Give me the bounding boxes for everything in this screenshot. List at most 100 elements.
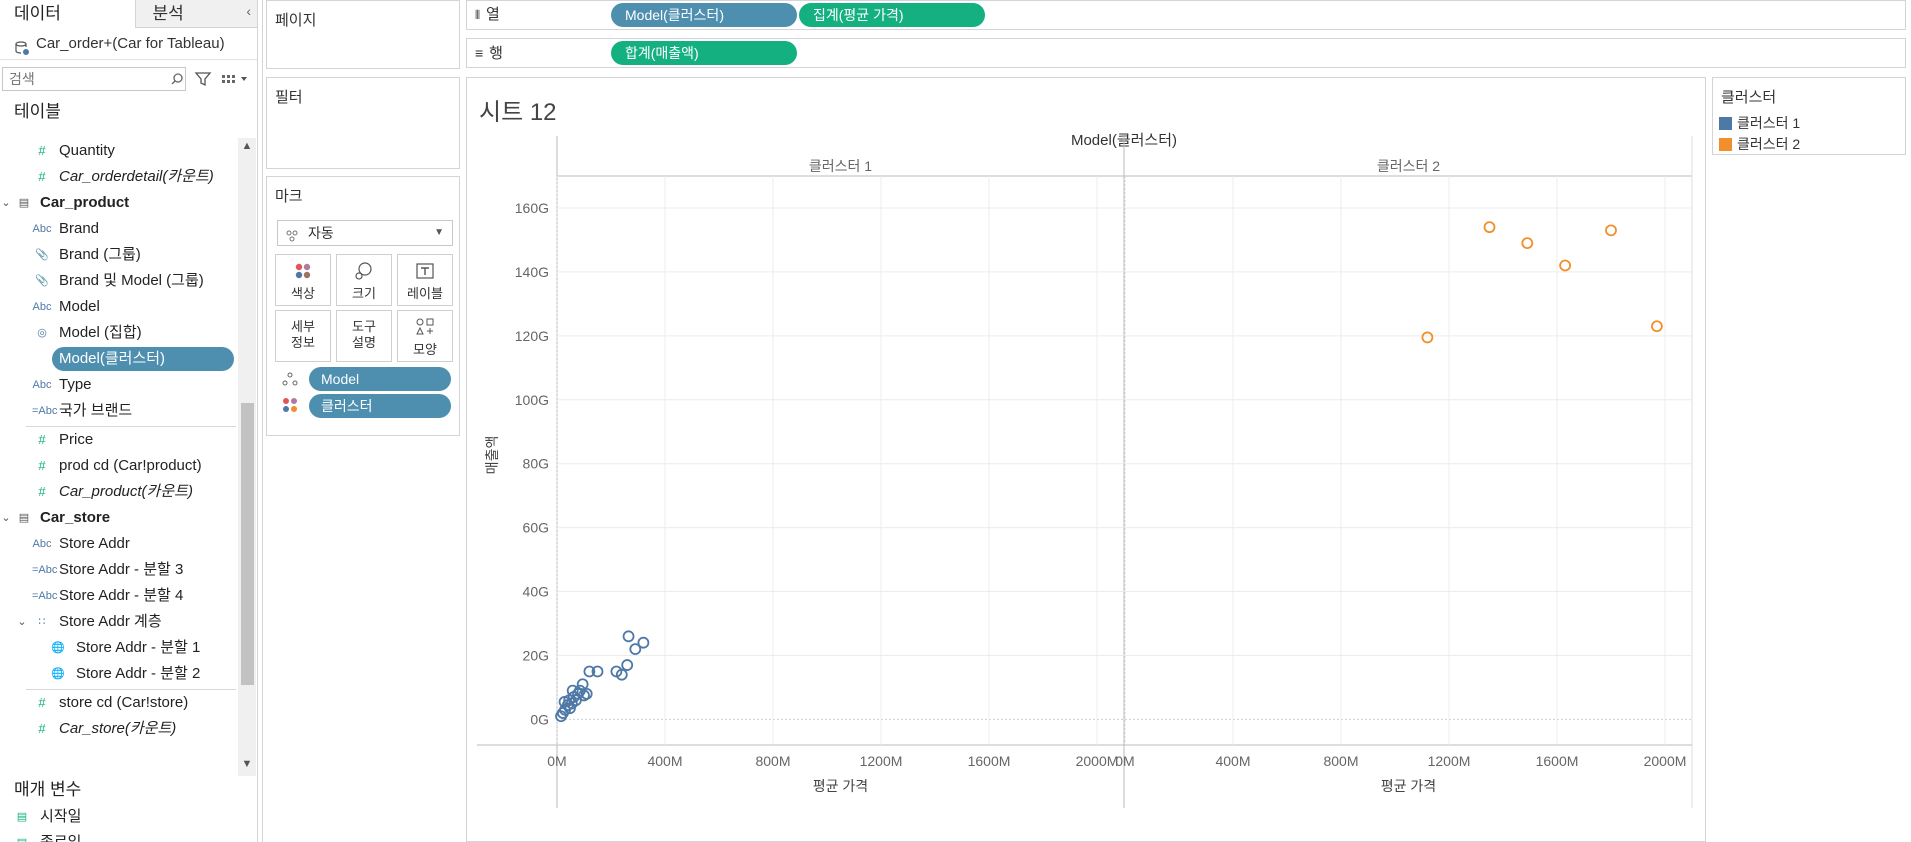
dimension-icon: Abc	[32, 301, 52, 313]
datasource-icon	[14, 36, 30, 55]
legend-swatch	[1719, 138, 1732, 151]
scroll-up-icon[interactable]: ▲	[240, 140, 254, 152]
field-item[interactable]: ⌄ ∷ Store Addr 계층	[0, 609, 238, 635]
legend-item[interactable]: 클러스터 2	[1713, 134, 1905, 155]
scroll-thumb[interactable]	[241, 403, 254, 685]
field-item[interactable]: # Car_orderdetail(카운트)	[0, 164, 238, 190]
field-item[interactable]: # Quantity	[0, 138, 238, 164]
row-pill-sum-sales[interactable]: 합계(매출액)	[611, 41, 797, 65]
dimension-icon: Abc	[32, 223, 52, 235]
field-item[interactable]: 🌐 Store Addr - 분할 1	[0, 635, 238, 661]
color-button-label: 색상	[291, 286, 315, 301]
parameter-item[interactable]: ▤ 종료일	[0, 830, 257, 842]
y-tick-label: 40G	[523, 584, 549, 600]
field-item[interactable]: =Abc Store Addr - 분할 4	[0, 583, 238, 609]
color-icon	[276, 259, 330, 283]
field-item[interactable]: # Price	[0, 427, 238, 453]
view-options-icon[interactable]	[220, 70, 250, 88]
pages-card[interactable]: 페이지	[266, 0, 460, 69]
field-item[interactable]: 🌐 Store Addr - 분할 2	[0, 661, 238, 687]
search-icon[interactable]	[169, 67, 187, 91]
legend-swatch	[1719, 117, 1732, 130]
expand-chevron-icon[interactable]: ⌄	[12, 609, 32, 635]
field-list-scrollbar[interactable]: ▲ ▼	[238, 138, 256, 776]
mark-type-dropdown[interactable]: 자동 ▼	[277, 220, 453, 246]
data-point[interactable]	[1521, 237, 1534, 250]
field-label: Car_store(카운트)	[59, 720, 177, 737]
field-item[interactable]: =Abc 국가 브랜드	[0, 398, 238, 424]
field-item[interactable]: Abc Type	[0, 372, 238, 398]
field-label: Model	[59, 298, 100, 315]
tooltip-button[interactable]: 도구 설명	[336, 310, 392, 362]
x-tick-label: 800M	[1323, 753, 1358, 769]
scatter-chart[interactable]: Model(클러스터)클러스터 1 클러스터 20G20G40G60G80G100…	[467, 78, 1707, 842]
field-label: Brand (그룹)	[59, 246, 141, 263]
field-item[interactable]: ◎ Model (집합)	[0, 320, 238, 346]
data-point[interactable]	[1651, 320, 1663, 333]
scroll-down-icon[interactable]: ▼	[240, 758, 254, 770]
mark-pill-model[interactable]: Model	[309, 367, 451, 391]
size-button-label: 크기	[352, 286, 376, 301]
x-tick-label: 800M	[755, 753, 790, 769]
data-point[interactable]	[622, 630, 635, 643]
label-button-label: 레이블	[407, 286, 443, 301]
label-button[interactable]: 레이블	[397, 254, 453, 306]
filters-card[interactable]: 필터	[266, 77, 460, 169]
rows-shelf[interactable]: ≡ 행 합계(매출액)	[466, 38, 1906, 68]
column-pill-avg-price[interactable]: 집계(평균 가격)	[799, 3, 985, 27]
detail-button[interactable]: 세부 정보	[275, 310, 331, 362]
field-item[interactable]: =Abc Store Addr - 분할 3	[0, 557, 238, 583]
data-point[interactable]	[1483, 221, 1496, 234]
columns-shelf[interactable]: ⫴ 열 Model(클러스터) 집계(평균 가격)	[466, 0, 1906, 30]
filter-icon[interactable]	[194, 70, 212, 88]
field-item[interactable]: # prod cd (Car!product)	[0, 453, 238, 479]
color-legend[interactable]: 클러스터 클러스터 1 클러스터 2	[1712, 77, 1906, 155]
detail-button-label: 세부 정보	[291, 319, 315, 350]
data-point[interactable]	[1559, 259, 1571, 272]
color-button[interactable]: 색상	[275, 254, 331, 306]
hierarchy-icon: ∷	[38, 616, 46, 628]
search-input[interactable]	[2, 67, 186, 91]
field-item[interactable]: Abc Store Addr	[0, 531, 238, 557]
data-point[interactable]	[637, 636, 650, 649]
pane-header: 클러스터 2	[1377, 158, 1440, 174]
field-label: 국가 브랜드	[59, 402, 133, 419]
datasource-item[interactable]: Car_order+(Car for Tableau)	[0, 28, 257, 60]
data-point[interactable]	[1421, 331, 1434, 344]
datasource-name: Car_order+(Car for Tableau)	[36, 34, 225, 52]
filters-card-title: 필터	[275, 89, 303, 106]
y-tick-label: 20G	[523, 647, 549, 663]
field-label: Store Addr - 분할 2	[76, 665, 201, 682]
field-item[interactable]: ⫨ Model(클러스터)	[0, 346, 238, 372]
measure-icon: #	[38, 721, 46, 736]
field-item[interactable]: Abc Model	[0, 294, 238, 320]
field-item[interactable]: # Car_store(카운트)	[0, 716, 238, 742]
collapse-pane-icon[interactable]: ‹	[246, 3, 251, 19]
search-row	[0, 60, 257, 98]
mark-pill-cluster[interactable]: 클러스터	[309, 394, 451, 418]
field-item[interactable]: 📎 Brand (그룹)	[0, 242, 238, 268]
field-item[interactable]: Abc Brand	[0, 216, 238, 242]
x-tick-label: 1200M	[860, 753, 903, 769]
tab-analytics[interactable]: 분석	[136, 0, 257, 28]
worksheet-view: 시트 12 Model(클러스터) 클러스터 1 클러스터 2 0G 20G 40G 60G…	[466, 77, 1706, 842]
pane-header: 클러스터 1	[809, 158, 872, 174]
field-item[interactable]: # store cd (Car!store)	[0, 690, 238, 716]
legend-item[interactable]: 클러스터 1	[1713, 113, 1905, 134]
measure-icon: #	[38, 458, 46, 473]
shape-button[interactable]: 모양	[397, 310, 453, 362]
data-point[interactable]	[1605, 224, 1617, 237]
y-tick-label: 60G	[523, 520, 549, 536]
column-pill-cluster[interactable]: Model(클러스터)	[611, 3, 797, 27]
group-icon: 📎	[35, 275, 49, 287]
table-item[interactable]: ⌄ ▤ Car_store	[0, 505, 238, 531]
size-button[interactable]: 크기	[336, 254, 392, 306]
tab-data[interactable]: 데이터	[0, 0, 137, 28]
columns-icon: ⫴	[475, 8, 481, 22]
data-point[interactable]	[576, 678, 589, 691]
table-item[interactable]: ⌄ ▤ Car_product	[0, 190, 238, 216]
data-point[interactable]	[621, 659, 634, 671]
parameter-item[interactable]: ▤ 시작일	[0, 804, 257, 830]
field-item[interactable]: 📎 Brand 및 Model (그룹)	[0, 268, 238, 294]
field-item[interactable]: # Car_product(카운트)	[0, 479, 238, 505]
